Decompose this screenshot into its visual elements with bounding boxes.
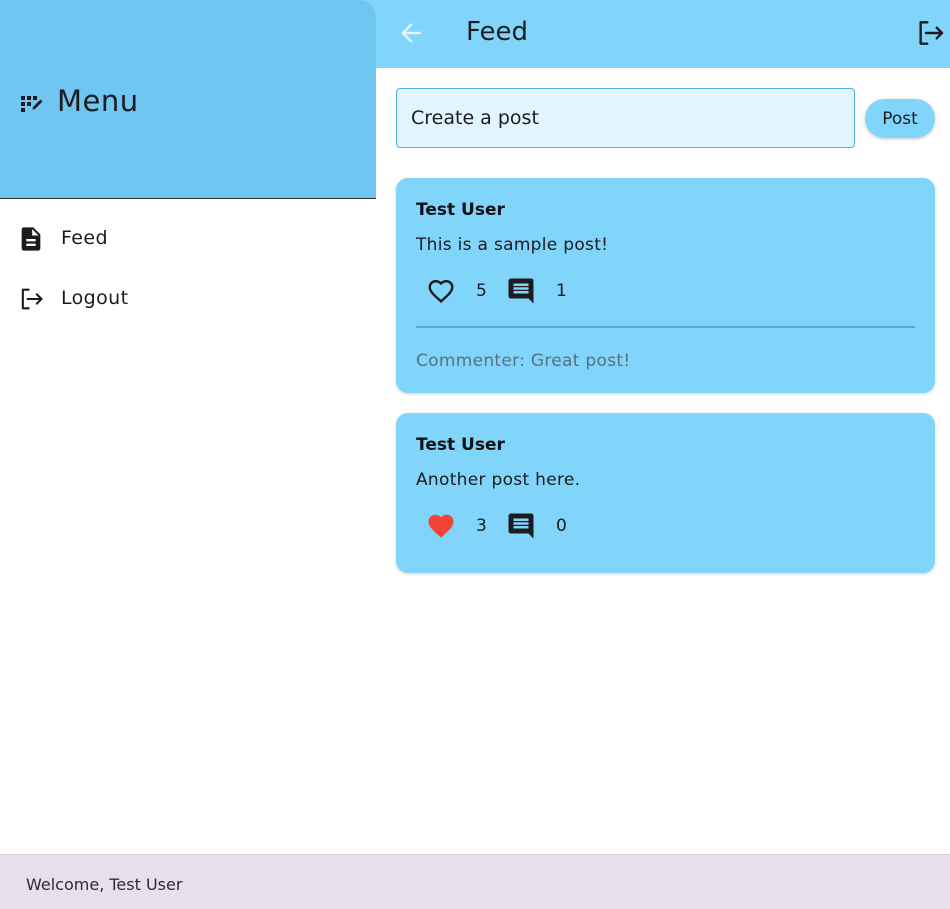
create-post-input[interactable] [396,88,855,148]
logout-icon [919,21,944,45]
post-content: This is a sample post! [416,235,609,255]
heart-filled-icon [428,514,454,538]
comment-icon [508,513,534,539]
comment-button[interactable]: 1 [506,276,567,308]
logout-button[interactable] [914,17,946,49]
drawer-item-feed[interactable]: Feed [0,211,376,267]
post-button[interactable]: Post [865,99,935,138]
post-content: Another post here. [416,470,581,490]
divider [416,326,915,328]
arrow-left-icon [401,23,421,43]
comment-button[interactable]: 0 [506,511,567,543]
comment-count: 1 [556,281,567,301]
menu-edit-icon [21,96,43,112]
like-count: 5 [476,281,487,301]
drawer-title: Menu [57,84,139,118]
drawer-item-label: Feed [61,227,108,249]
post-author: Test User [416,200,505,220]
like-button[interactable]: 5 [426,276,487,308]
comment-text: Commenter: Great post! [416,351,631,371]
comment-icon [508,278,534,304]
post-card: Test User This is a sample post! 5 1 Com… [396,178,935,393]
like-count: 3 [476,516,487,536]
drawer-item-label: Logout [61,287,129,309]
welcome-text: Welcome, Test User [26,875,183,894]
heart-outline-icon [428,279,454,303]
logout-icon [21,288,43,310]
navigation-drawer: Menu Feed Logout [0,0,376,854]
post-card: Test User Another post here. 3 0 [396,413,935,573]
post-author: Test User [416,435,505,455]
bottom-bar: Welcome, Test User [0,854,950,909]
back-button[interactable] [396,18,426,48]
like-button[interactable]: 3 [426,511,487,543]
comment-count: 0 [556,516,567,536]
drawer-header: Menu [0,0,376,199]
page-title: Feed [466,17,529,47]
article-icon [21,227,41,251]
drawer-item-logout[interactable]: Logout [0,271,376,327]
